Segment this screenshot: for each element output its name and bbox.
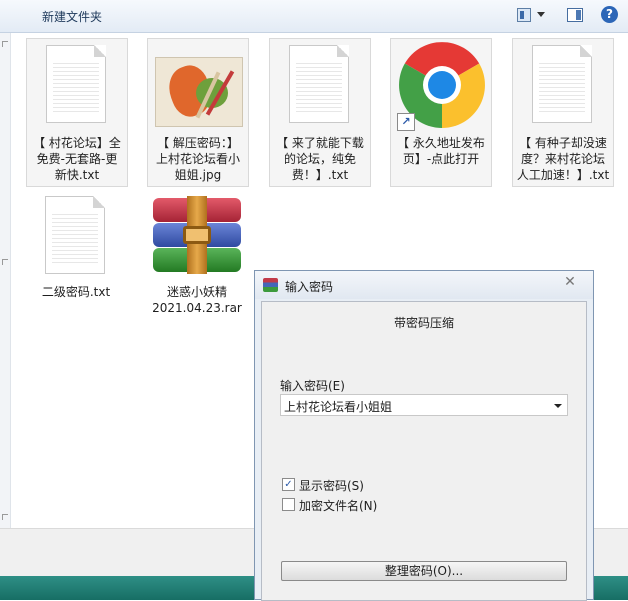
- show-password-checkbox[interactable]: ✓: [282, 478, 295, 491]
- scroll-up-arrow-icon[interactable]: [2, 41, 8, 47]
- text-file-icon: [45, 196, 105, 274]
- encrypt-filenames-label[interactable]: 加密文件名(N): [299, 497, 377, 514]
- password-label: 输入密码(E): [280, 379, 345, 393]
- file-label: 【 解压密码：】 上村花论坛看小 姐姐.jpg: [155, 136, 240, 182]
- navigation-pane-edge[interactable]: [0, 33, 11, 528]
- password-value: 上村花论坛看小姐姐: [284, 400, 393, 414]
- winrar-archive-icon: [153, 196, 241, 274]
- text-file-icon: [289, 45, 349, 123]
- dialog-title: 输入密码: [285, 280, 334, 294]
- file-item[interactable]: 【 有种子却没速 度？来村花论坛 人工加速！】.txt: [512, 38, 614, 187]
- image-thumbnail: [155, 57, 243, 127]
- file-item[interactable]: ↗ 【 永久地址发布 页】-点此打开: [390, 38, 492, 187]
- password-dialog: 输入密码 ✕ 带密码压缩 输入密码(E) 上村花论坛看小姐姐 ✓ 显示密码(S)…: [254, 270, 594, 601]
- shortcut-arrow-icon: ↗: [397, 113, 415, 131]
- dialog-body: 带密码压缩 输入密码(E) 上村花论坛看小姐姐 ✓ 显示密码(S) 加密文件名(…: [261, 301, 587, 601]
- help-icon[interactable]: ?: [601, 6, 618, 23]
- file-item[interactable]: 【 来了就能下载 的论坛，纯免 费！】.txt: [269, 38, 371, 187]
- dialog-heading: 带密码压缩: [393, 316, 454, 330]
- password-combobox[interactable]: 上村花论坛看小姐姐: [280, 394, 568, 416]
- scroll-down-arrow-icon[interactable]: [2, 514, 8, 520]
- close-icon[interactable]: ✕: [555, 273, 585, 291]
- encrypt-filenames-checkbox[interactable]: [282, 498, 295, 511]
- file-label: 【 来了就能下载 的论坛，纯免 费！】.txt: [276, 136, 364, 182]
- file-label: 【 有种子却没速 度？来村花论坛 人工加速！】.txt: [516, 136, 610, 182]
- file-item[interactable]: 二级密码.txt: [26, 192, 126, 302]
- file-label: 【 村花论坛】全 免费-无套路-更 新快.txt: [33, 136, 121, 182]
- organize-passwords-label: 整理密码(O)...: [384, 564, 464, 578]
- show-password-label[interactable]: 显示密码(S): [299, 477, 364, 494]
- explorer-toolbar: 新建文件夹 ?: [0, 0, 628, 33]
- new-folder-button[interactable]: 新建文件夹: [42, 8, 102, 25]
- text-file-icon: [46, 45, 106, 123]
- dropdown-arrow-icon[interactable]: [554, 404, 562, 408]
- file-item[interactable]: 【 村花论坛】全 免费-无套路-更 新快.txt: [26, 38, 128, 187]
- organize-passwords-button[interactable]: 整理密码(O)...: [281, 561, 567, 581]
- view-options-chevron-icon[interactable]: [537, 12, 545, 17]
- collapse-arrow-icon[interactable]: [2, 259, 8, 265]
- winrar-icon: [263, 278, 278, 292]
- file-item[interactable]: 【 解压密码：】 上村花论坛看小 姐姐.jpg: [147, 38, 249, 187]
- file-label: 【 永久地址发布 页】-点此打开: [397, 136, 485, 166]
- text-file-icon: [532, 45, 592, 123]
- file-item[interactable]: 迷惑小妖精 2021.04.23.rar: [147, 192, 247, 322]
- file-label: 二级密码.txt: [41, 285, 111, 299]
- file-label: 迷惑小妖精 2021.04.23.rar: [152, 285, 242, 315]
- preview-pane-icon[interactable]: [567, 8, 583, 22]
- change-view-icon[interactable]: [517, 8, 531, 22]
- dialog-titlebar[interactable]: 输入密码 ✕: [255, 271, 593, 299]
